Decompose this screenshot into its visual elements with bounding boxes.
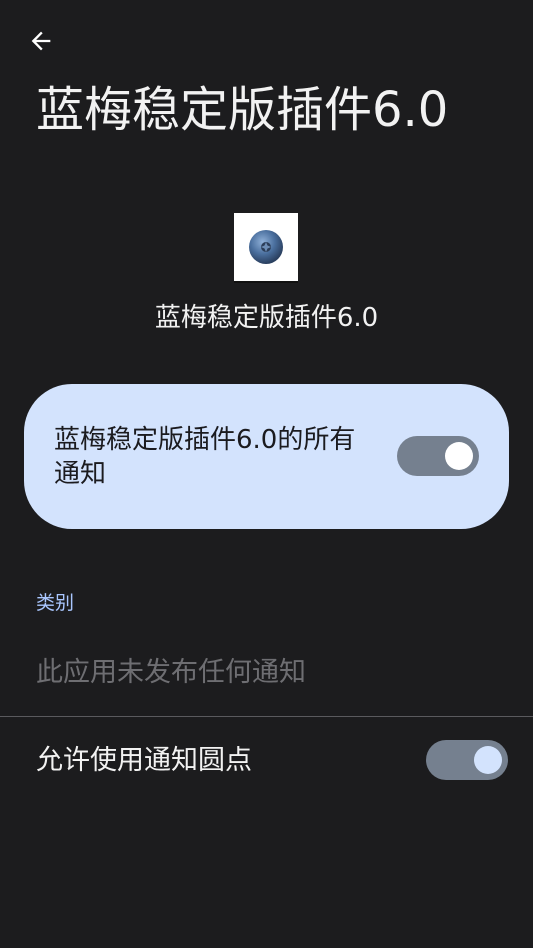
all-notifications-label: 蓝梅稳定版插件6.0的所有通知 bbox=[54, 425, 356, 489]
blueberry-icon bbox=[249, 230, 283, 264]
back-button[interactable] bbox=[22, 22, 60, 60]
all-notifications-card[interactable]: 蓝梅稳定版插件6.0的所有通知 bbox=[24, 384, 509, 529]
notification-dots-label: 允许使用通知圆点 bbox=[36, 745, 252, 776]
divider bbox=[0, 716, 533, 717]
page-title: 蓝梅稳定版插件6.0 bbox=[36, 82, 449, 138]
categories-header: 类别 bbox=[36, 592, 75, 614]
app-icon bbox=[234, 213, 298, 283]
notification-dots-row[interactable]: 允许使用通知圆点 bbox=[0, 718, 533, 804]
switch-thumb bbox=[474, 746, 502, 774]
switch-thumb bbox=[445, 442, 473, 470]
all-notifications-switch[interactable] bbox=[397, 436, 479, 476]
app-name: 蓝梅稳定版插件6.0 bbox=[154, 303, 379, 333]
notification-dots-switch[interactable] bbox=[426, 740, 508, 780]
arrow-back-icon bbox=[31, 31, 51, 51]
no-notifications-text: 此应用未发布任何通知 bbox=[36, 657, 306, 688]
